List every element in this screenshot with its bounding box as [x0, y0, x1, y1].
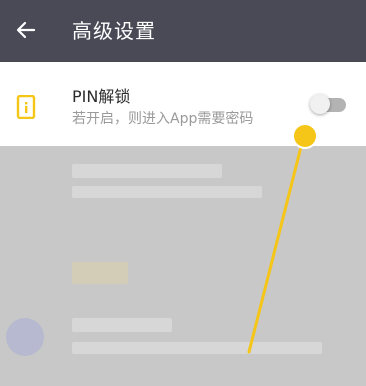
- dimmed-content-overlay: [0, 146, 366, 386]
- toggle-thumb: [310, 94, 330, 114]
- advanced-settings-screen: 高级设置 PIN解锁 若开启，则进入App需要密码: [0, 0, 366, 386]
- blurred-row-placeholder: [72, 342, 322, 354]
- back-button[interactable]: [8, 12, 44, 48]
- setting-description: 若开启，则进入App需要密码: [72, 111, 254, 127]
- blurred-row-placeholder: [72, 164, 222, 178]
- pin-unlock-toggle[interactable]: [310, 94, 346, 114]
- blurred-avatar-placeholder: [6, 318, 44, 356]
- arrow-left-icon: [16, 21, 36, 39]
- top-app-bar: 高级设置: [0, 0, 366, 62]
- setting-title: PIN解锁: [72, 87, 131, 106]
- blurred-row-placeholder: [72, 318, 172, 332]
- page-title: 高级设置: [72, 19, 156, 43]
- phone-info-icon: [16, 95, 36, 119]
- setting-row-pin-unlock[interactable]: PIN解锁 若开启，则进入App需要密码: [0, 62, 366, 146]
- blurred-row-placeholder: [72, 262, 128, 284]
- blurred-row-placeholder: [72, 186, 262, 198]
